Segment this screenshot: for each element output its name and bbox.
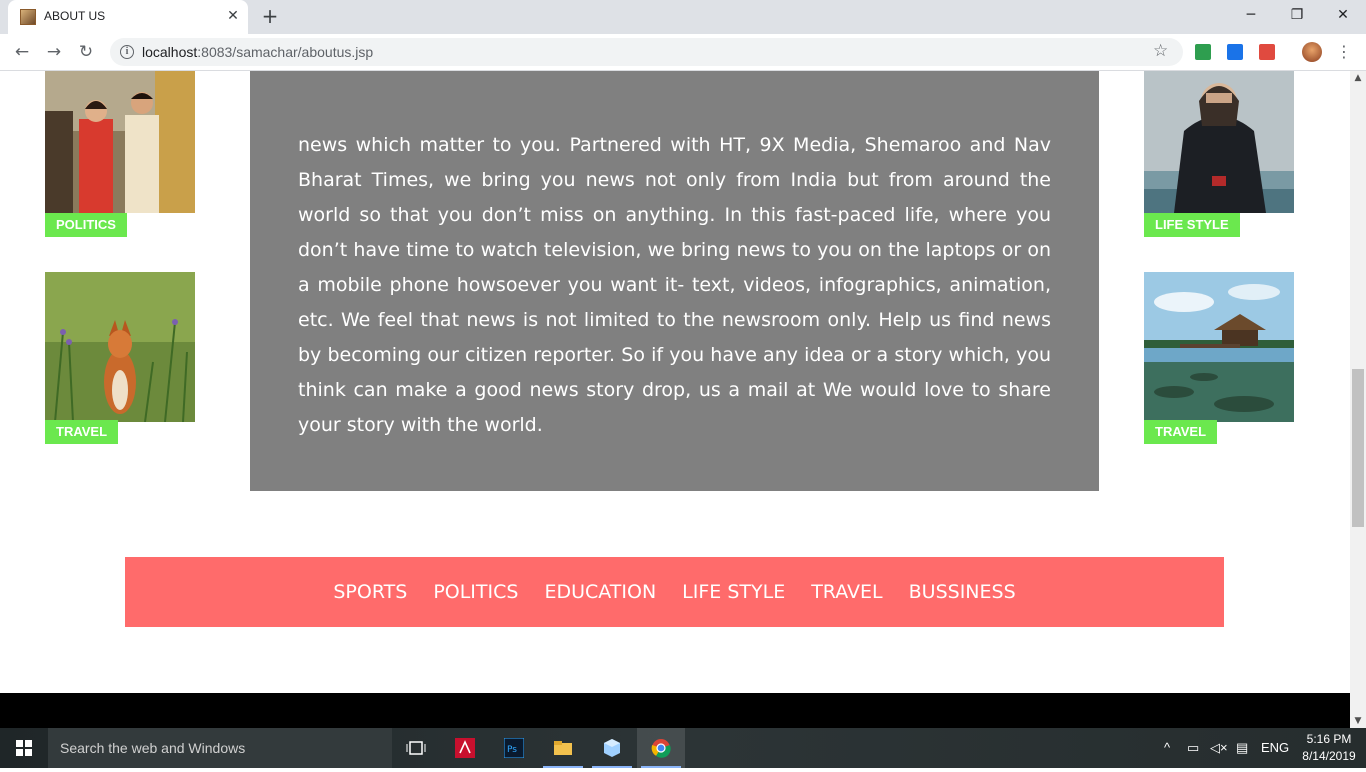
- extension-pdf-icon[interactable]: [1259, 44, 1275, 60]
- chrome-icon: [651, 739, 671, 758]
- bookmark-star-icon[interactable]: ☆: [1153, 41, 1168, 61]
- lifestyle-tag[interactable]: LIFE STYLE: [1144, 213, 1240, 237]
- restore-button[interactable]: ❐: [1274, 0, 1320, 30]
- scroll-up-icon[interactable]: ▲: [1350, 73, 1366, 83]
- browser-toolbar: ← → ↻ i localhost:8083/samachar/aboutus.…: [0, 34, 1366, 71]
- battery-icon[interactable]: ▭: [1187, 740, 1199, 756]
- notification-icon[interactable]: ▤: [1236, 740, 1248, 756]
- taskbar-file-explorer[interactable]: [539, 728, 587, 768]
- scroll-thumb[interactable]: [1352, 369, 1364, 527]
- clock-time: 5:16 PM: [1306, 732, 1352, 746]
- browser-menu-icon[interactable]: ⋮: [1336, 42, 1352, 62]
- extension-search-icon[interactable]: [1227, 44, 1243, 60]
- category-travel[interactable]: TRAVEL: [811, 581, 882, 603]
- close-window-button[interactable]: ✕: [1320, 0, 1366, 30]
- politics-image[interactable]: [45, 71, 195, 213]
- about-us-panel: news which matter to you. Partnered with…: [250, 71, 1099, 491]
- start-button[interactable]: [0, 728, 48, 768]
- category-politics[interactable]: POLITICS: [433, 581, 518, 603]
- category-sports[interactable]: SPORTS: [333, 581, 407, 603]
- travel-tag-right[interactable]: TRAVEL: [1144, 420, 1218, 444]
- svg-text:Ps: Ps: [507, 745, 517, 755]
- taskbar-search-placeholder: Search the web and Windows: [60, 740, 246, 756]
- page-viewport: POLITICS TRAVEL news which matter to you…: [0, 71, 1350, 728]
- profile-avatar[interactable]: [1302, 42, 1322, 62]
- minimize-button[interactable]: ─: [1228, 0, 1274, 30]
- info-icon[interactable]: i: [120, 45, 134, 59]
- cube-icon: [604, 739, 620, 757]
- taskbar-clock[interactable]: 5:16 PM 8/14/2019: [1296, 731, 1362, 765]
- browser-tab[interactable]: ABOUT US ✕: [8, 0, 248, 34]
- travel-beach-image[interactable]: [1144, 272, 1294, 422]
- scroll-down-icon[interactable]: ▼: [1350, 716, 1366, 726]
- travel-fox-image[interactable]: [45, 272, 195, 422]
- url-path: :8083/samachar/aboutus.jsp: [197, 44, 374, 60]
- category-nav: SPORTS POLITICS EDUCATION LIFE STYLE TRA…: [125, 557, 1224, 627]
- close-tab-icon[interactable]: ✕: [224, 7, 242, 25]
- address-bar[interactable]: i localhost:8083/samachar/aboutus.jsp ☆: [110, 38, 1183, 66]
- taskbar-photoshop[interactable]: Ps: [490, 728, 538, 768]
- tab-title: ABOUT US: [44, 9, 106, 23]
- clock-date: 8/14/2019: [1302, 749, 1356, 763]
- tab-strip: ABOUT US ✕ + ─ ❐ ✕: [0, 0, 1366, 34]
- forward-button[interactable]: →: [42, 40, 66, 64]
- windows-logo-icon: [16, 740, 32, 756]
- back-button[interactable]: ←: [10, 40, 34, 64]
- taskbar-chrome[interactable]: [637, 728, 685, 768]
- photoshop-icon: Ps: [504, 738, 524, 758]
- task-view-icon: [406, 741, 426, 755]
- folder-icon: [554, 741, 572, 755]
- taskbar-search[interactable]: Search the web and Windows: [48, 728, 392, 768]
- url-host: localhost: [142, 44, 198, 60]
- page-footer: [0, 693, 1350, 728]
- politics-tag[interactable]: POLITICS: [45, 213, 127, 237]
- windows-taskbar: Search the web and Windows Ps ^ ▭ ◁× ▤ E…: [0, 728, 1366, 768]
- favicon-icon: [20, 9, 36, 25]
- show-hidden-icons-icon[interactable]: ^: [1164, 740, 1170, 755]
- taskbar-3d-app[interactable]: [588, 728, 636, 768]
- task-view-button[interactable]: [392, 728, 440, 768]
- page-scrollbar[interactable]: ▲ ▼: [1350, 71, 1366, 728]
- url-text: localhost:8083/samachar/aboutus.jsp: [142, 44, 373, 60]
- extension-sheets-icon[interactable]: [1195, 44, 1211, 60]
- about-us-text: news which matter to you. Partnered with…: [298, 134, 1051, 436]
- reload-button[interactable]: ↻: [74, 40, 98, 64]
- acrobat-icon: [455, 738, 475, 758]
- category-education[interactable]: EDUCATION: [544, 581, 656, 603]
- new-tab-button[interactable]: +: [259, 5, 281, 27]
- lifestyle-image[interactable]: [1144, 71, 1294, 213]
- taskbar-acrobat[interactable]: [441, 728, 489, 768]
- category-life-style[interactable]: LIFE STYLE: [682, 581, 785, 603]
- category-bussiness[interactable]: BUSSINESS: [909, 581, 1016, 603]
- volume-muted-icon[interactable]: ◁×: [1210, 740, 1228, 756]
- travel-tag-left[interactable]: TRAVEL: [45, 420, 119, 444]
- language-indicator[interactable]: ENG: [1261, 740, 1289, 755]
